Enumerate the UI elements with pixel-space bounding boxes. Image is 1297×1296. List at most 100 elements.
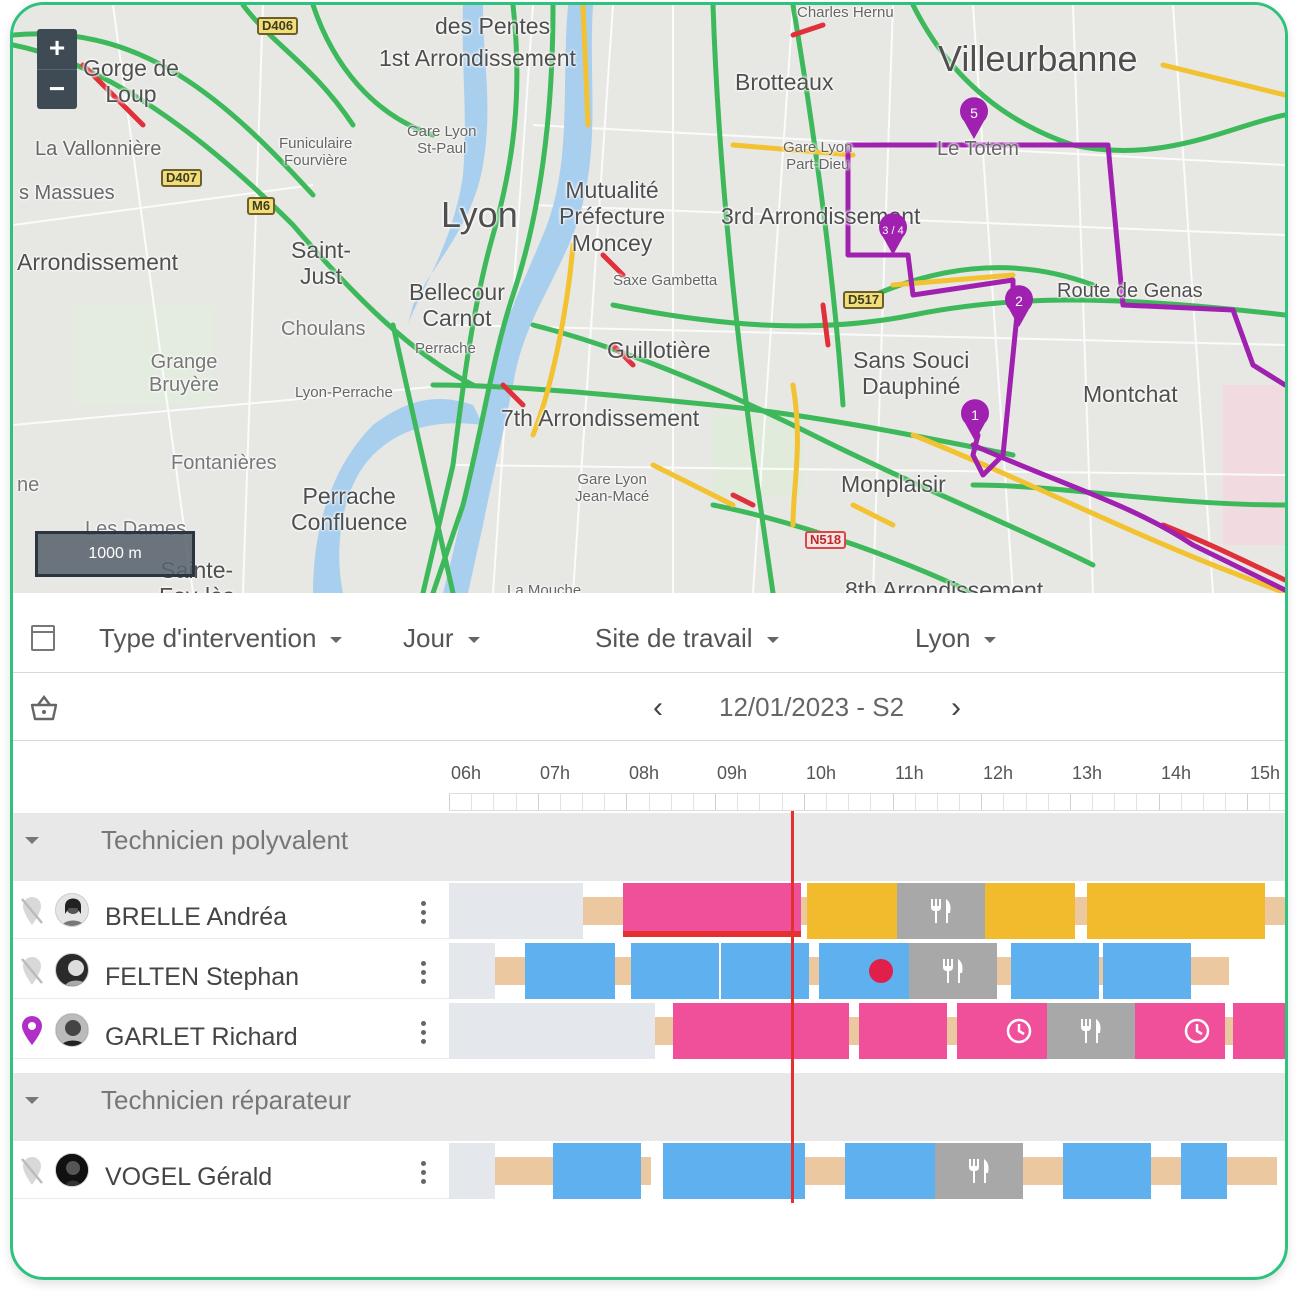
filter-type-intervention[interactable]: Type d'intervention	[99, 623, 343, 654]
intervention-block[interactable]	[1103, 943, 1191, 999]
filter-period[interactable]: Jour	[403, 623, 480, 654]
travel-segment[interactable]	[495, 1157, 553, 1185]
route-marker-1[interactable]: 1	[957, 399, 993, 443]
kebab-icon[interactable]	[413, 899, 433, 927]
pin-off-icon[interactable]	[19, 955, 45, 987]
calendar-icon[interactable]	[31, 625, 55, 651]
timeline-tick	[516, 794, 517, 810]
kebab-icon[interactable]	[413, 1019, 433, 1047]
intervention-block[interactable]	[631, 943, 719, 999]
filter-city[interactable]: Lyon	[915, 623, 997, 654]
intervention-block[interactable]	[1233, 1003, 1285, 1059]
map-label-gare-jean-mace: Gare Lyon Jean-Macé	[575, 471, 650, 506]
svg-text:3 / 4: 3 / 4	[882, 225, 903, 237]
map-label-des-pentes: des Pentes	[435, 13, 551, 39]
intervention-block[interactable]	[819, 943, 909, 999]
intervention-block[interactable]	[807, 883, 897, 939]
idle-slot	[449, 1003, 655, 1059]
pin-icon[interactable]	[19, 1015, 45, 1047]
basket-icon[interactable]	[29, 693, 59, 723]
travel-segment[interactable]	[1225, 1017, 1233, 1045]
intervention-block[interactable]	[663, 1143, 805, 1199]
timeline-tick	[782, 794, 783, 810]
route-marker-2[interactable]: 2	[1001, 285, 1037, 329]
technician-row: GARLET Richard	[13, 1001, 1285, 1059]
intervention-block[interactable]	[859, 1003, 947, 1059]
map-label-5th-arr: Arrondissement	[17, 249, 179, 275]
travel-segment[interactable]	[1191, 957, 1229, 985]
route-marker-5[interactable]: 5	[956, 97, 992, 141]
technician-timeline[interactable]	[449, 1001, 1285, 1059]
intervention-block[interactable]	[525, 943, 615, 999]
intervention-block[interactable]	[623, 883, 801, 937]
timeline-tick	[915, 794, 916, 810]
lunch-break[interactable]	[897, 883, 985, 939]
group-header-reparateur[interactable]: Technicien réparateur	[13, 1073, 1285, 1141]
intervention-block[interactable]	[1087, 883, 1265, 939]
intervention-block[interactable]	[957, 1003, 1047, 1059]
zoom-out-button[interactable]: −	[37, 69, 77, 109]
travel-segment[interactable]	[1227, 1157, 1277, 1185]
route-marker-3-4[interactable]: 3 / 4	[875, 213, 911, 257]
hour-label: 14h	[1161, 763, 1192, 783]
timeline-tick	[582, 794, 583, 810]
timeline-tick	[737, 794, 738, 810]
pin-off-icon[interactable]	[19, 1155, 45, 1187]
travel-segment[interactable]	[615, 957, 631, 985]
prev-week-button[interactable]: ‹	[653, 691, 663, 725]
travel-segment[interactable]	[495, 957, 525, 985]
intervention-block[interactable]	[721, 943, 809, 999]
kebab-icon[interactable]	[413, 959, 433, 987]
intervention-block[interactable]	[845, 1143, 935, 1199]
filter-period-label: Jour	[403, 623, 454, 653]
avatar	[55, 953, 89, 987]
map-scale: 1000 m	[35, 531, 195, 577]
pin-off-icon[interactable]	[19, 895, 45, 927]
technician-timeline[interactable]	[449, 1141, 1285, 1199]
next-week-button[interactable]: ›	[951, 691, 961, 725]
travel-segment[interactable]	[849, 1017, 859, 1045]
filter-site[interactable]: Site de travail	[595, 623, 779, 654]
travel-segment[interactable]	[1075, 897, 1087, 925]
caret-down-icon[interactable]	[25, 1097, 39, 1104]
intervention-block[interactable]	[1135, 1003, 1225, 1059]
travel-segment[interactable]	[1265, 897, 1285, 925]
caret-down-icon[interactable]	[25, 837, 39, 844]
hour-label: 07h	[540, 763, 571, 783]
group-header-polyvalent[interactable]: Technicien polyvalent	[13, 813, 1285, 881]
travel-segment[interactable]	[1023, 1157, 1063, 1185]
lunch-break[interactable]	[909, 943, 997, 999]
timeline-tick	[1026, 794, 1027, 810]
avatar	[55, 1153, 89, 1187]
travel-segment[interactable]	[809, 957, 819, 985]
lunch-break[interactable]	[1047, 1003, 1135, 1059]
travel-segment[interactable]	[655, 1017, 673, 1045]
intervention-block[interactable]	[1063, 1143, 1151, 1199]
hour-label: 11h	[895, 763, 924, 783]
kebab-icon[interactable]	[413, 1159, 433, 1187]
travel-segment[interactable]	[947, 1017, 957, 1045]
intervention-block[interactable]	[553, 1143, 641, 1199]
intervention-block[interactable]	[1181, 1143, 1227, 1199]
map-label-fontanieres: Fontanières	[171, 452, 277, 474]
travel-segment[interactable]	[805, 1157, 845, 1185]
intervention-block[interactable]	[1011, 943, 1099, 999]
filter-site-label: Site de travail	[595, 623, 753, 653]
travel-segment[interactable]	[997, 957, 1011, 985]
intervention-block[interactable]	[673, 1003, 849, 1059]
technician-name: BRELLE Andréa	[105, 903, 288, 931]
map-view[interactable]: Villeurbanne Lyon Brotteaux des Pentes 1…	[13, 5, 1285, 593]
technician-timeline[interactable]	[449, 881, 1285, 939]
travel-segment[interactable]	[1151, 1157, 1181, 1185]
lunch-break[interactable]	[935, 1143, 1023, 1199]
travel-segment[interactable]	[641, 1157, 651, 1185]
timeline-tick	[1269, 794, 1270, 810]
timeline-tick	[693, 794, 694, 810]
chevron-down-icon	[984, 637, 997, 644]
technician-timeline[interactable]	[449, 941, 1285, 999]
zoom-in-button[interactable]: +	[37, 29, 77, 69]
travel-segment[interactable]	[583, 897, 623, 925]
technician-name: FELTEN Stephan	[105, 963, 300, 991]
intervention-block[interactable]	[985, 883, 1075, 939]
map-label-route-genas: Route de Genas	[1057, 280, 1203, 302]
